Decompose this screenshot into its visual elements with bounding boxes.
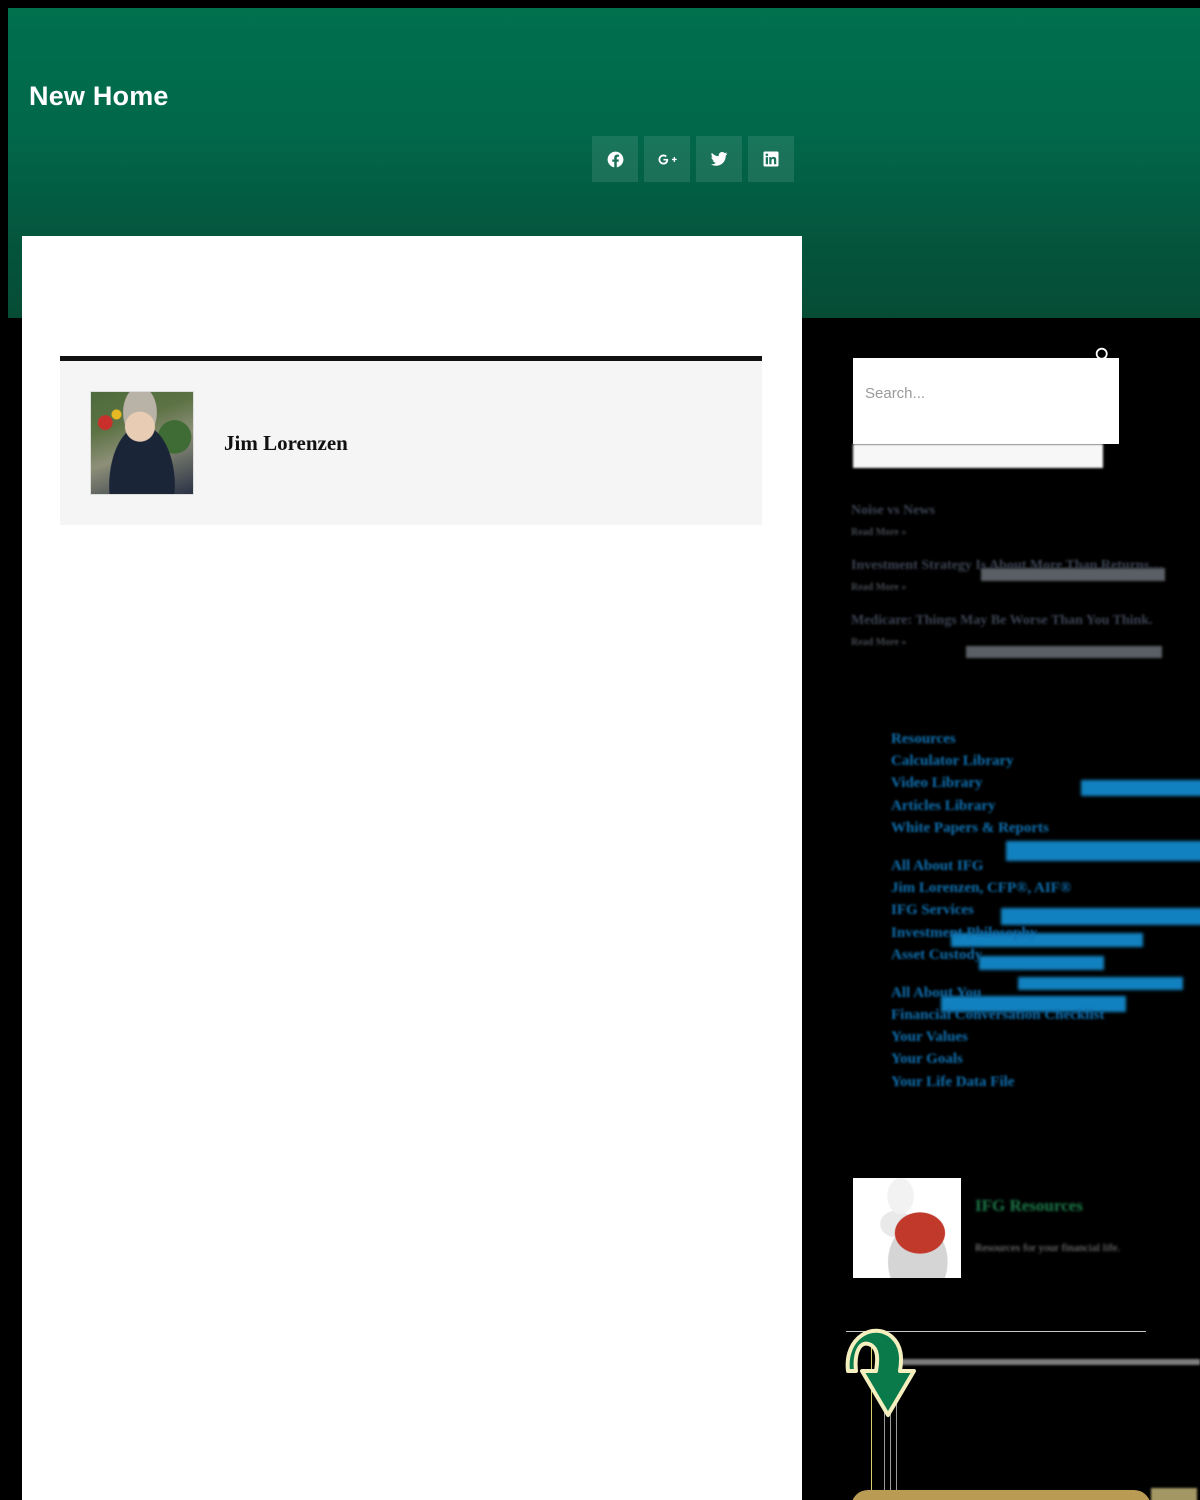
nav-link-all-about-you[interactable]: All About You: [891, 982, 1200, 1004]
recent-posts-list: Noise vs News Read More » Investment Str…: [851, 502, 1171, 667]
ifg-resources-widget: IFG Resources Resources for your financi…: [853, 1178, 1193, 1278]
read-more-link[interactable]: Read More »: [851, 527, 1171, 538]
nav-link-ifg-services[interactable]: IFG Services: [891, 899, 1200, 921]
page-root: New Home Jim Lorenzen Search... Noise vs…: [0, 0, 1200, 1500]
cta-widget: [820, 1315, 1200, 1500]
nav-link-jim-lorenzen[interactable]: Jim Lorenzen, CFP®, AIF®: [891, 877, 1200, 899]
post-title[interactable]: Noise vs News: [851, 502, 1171, 521]
facebook-icon[interactable]: [592, 136, 638, 182]
read-more-link[interactable]: Read More »: [851, 582, 1171, 593]
ifg-resources-text: Resources for your financial life.: [975, 1242, 1121, 1254]
nav-link-video-library[interactable]: Video Library: [891, 772, 1200, 794]
cta-button[interactable]: [851, 1490, 1151, 1500]
link-group-all-about-you: All About You Financial Conversation Che…: [891, 982, 1200, 1093]
author-name: Jim Lorenzen: [224, 430, 348, 455]
twitter-icon[interactable]: [696, 136, 742, 182]
cta-edge: [1151, 1488, 1197, 1500]
nav-link-asset-custody[interactable]: Asset Custody: [891, 944, 1200, 966]
list-item: Noise vs News Read More »: [851, 502, 1171, 538]
list-item: Medicare: Things May Be Worse Than You T…: [851, 612, 1171, 648]
nav-link-calculator-library[interactable]: Calculator Library: [891, 750, 1200, 772]
sidebar: Noise vs News Read More » Investment Str…: [820, 320, 1200, 1500]
search-input[interactable]: [865, 376, 1075, 410]
avatar: [90, 391, 194, 495]
nav-link-resources[interactable]: Resources: [891, 728, 1200, 750]
nav-link-financial-checklist[interactable]: Financial Conversation Checklist: [891, 1004, 1200, 1026]
search-icon: [1095, 347, 1112, 364]
linkedin-icon[interactable]: [748, 136, 794, 182]
post-title[interactable]: Medicare: Things May Be Worse Than You T…: [851, 612, 1171, 631]
search-shadow: [853, 444, 1103, 468]
nav-link-your-goals[interactable]: Your Goals: [891, 1048, 1200, 1070]
nav-link-your-values[interactable]: Your Values: [891, 1026, 1200, 1048]
author-card: Jim Lorenzen: [60, 356, 762, 525]
search-widget: [853, 358, 1119, 444]
search-button[interactable]: [1084, 336, 1124, 376]
nav-link-investment-philosophy[interactable]: Investment Philosophy: [891, 922, 1200, 944]
ifg-resources-title: IFG Resources: [975, 1196, 1083, 1215]
nav-link-all-about-ifg[interactable]: All About IFG: [891, 855, 1200, 877]
nav-link-articles-library[interactable]: Articles Library: [891, 795, 1200, 817]
post-title[interactable]: Investment Strategy Is About More Than R…: [851, 557, 1171, 576]
sidebar-nav: Resources Calculator Library Video Libra…: [891, 728, 1200, 1109]
list-item: Investment Strategy Is About More Than R…: [851, 557, 1171, 593]
page-title: New Home: [29, 81, 169, 111]
read-more-link[interactable]: Read More »: [851, 637, 1171, 648]
link-group-all-about-ifg: All About IFG Jim Lorenzen, CFP®, AIF® I…: [891, 855, 1200, 966]
main-content-panel: Jim Lorenzen: [22, 236, 802, 1500]
nav-link-white-papers[interactable]: White Papers & Reports: [891, 817, 1200, 839]
nav-link-your-life-data-file[interactable]: Your Life Data File: [891, 1071, 1200, 1093]
google-plus-icon[interactable]: [644, 136, 690, 182]
post-streak: [966, 646, 1162, 658]
link-group-resources: Resources Calculator Library Video Libra…: [891, 728, 1200, 839]
social-links: [592, 136, 794, 182]
curved-down-arrow-icon: [845, 1328, 916, 1417]
puzzle-piece-icon: [853, 1178, 961, 1278]
